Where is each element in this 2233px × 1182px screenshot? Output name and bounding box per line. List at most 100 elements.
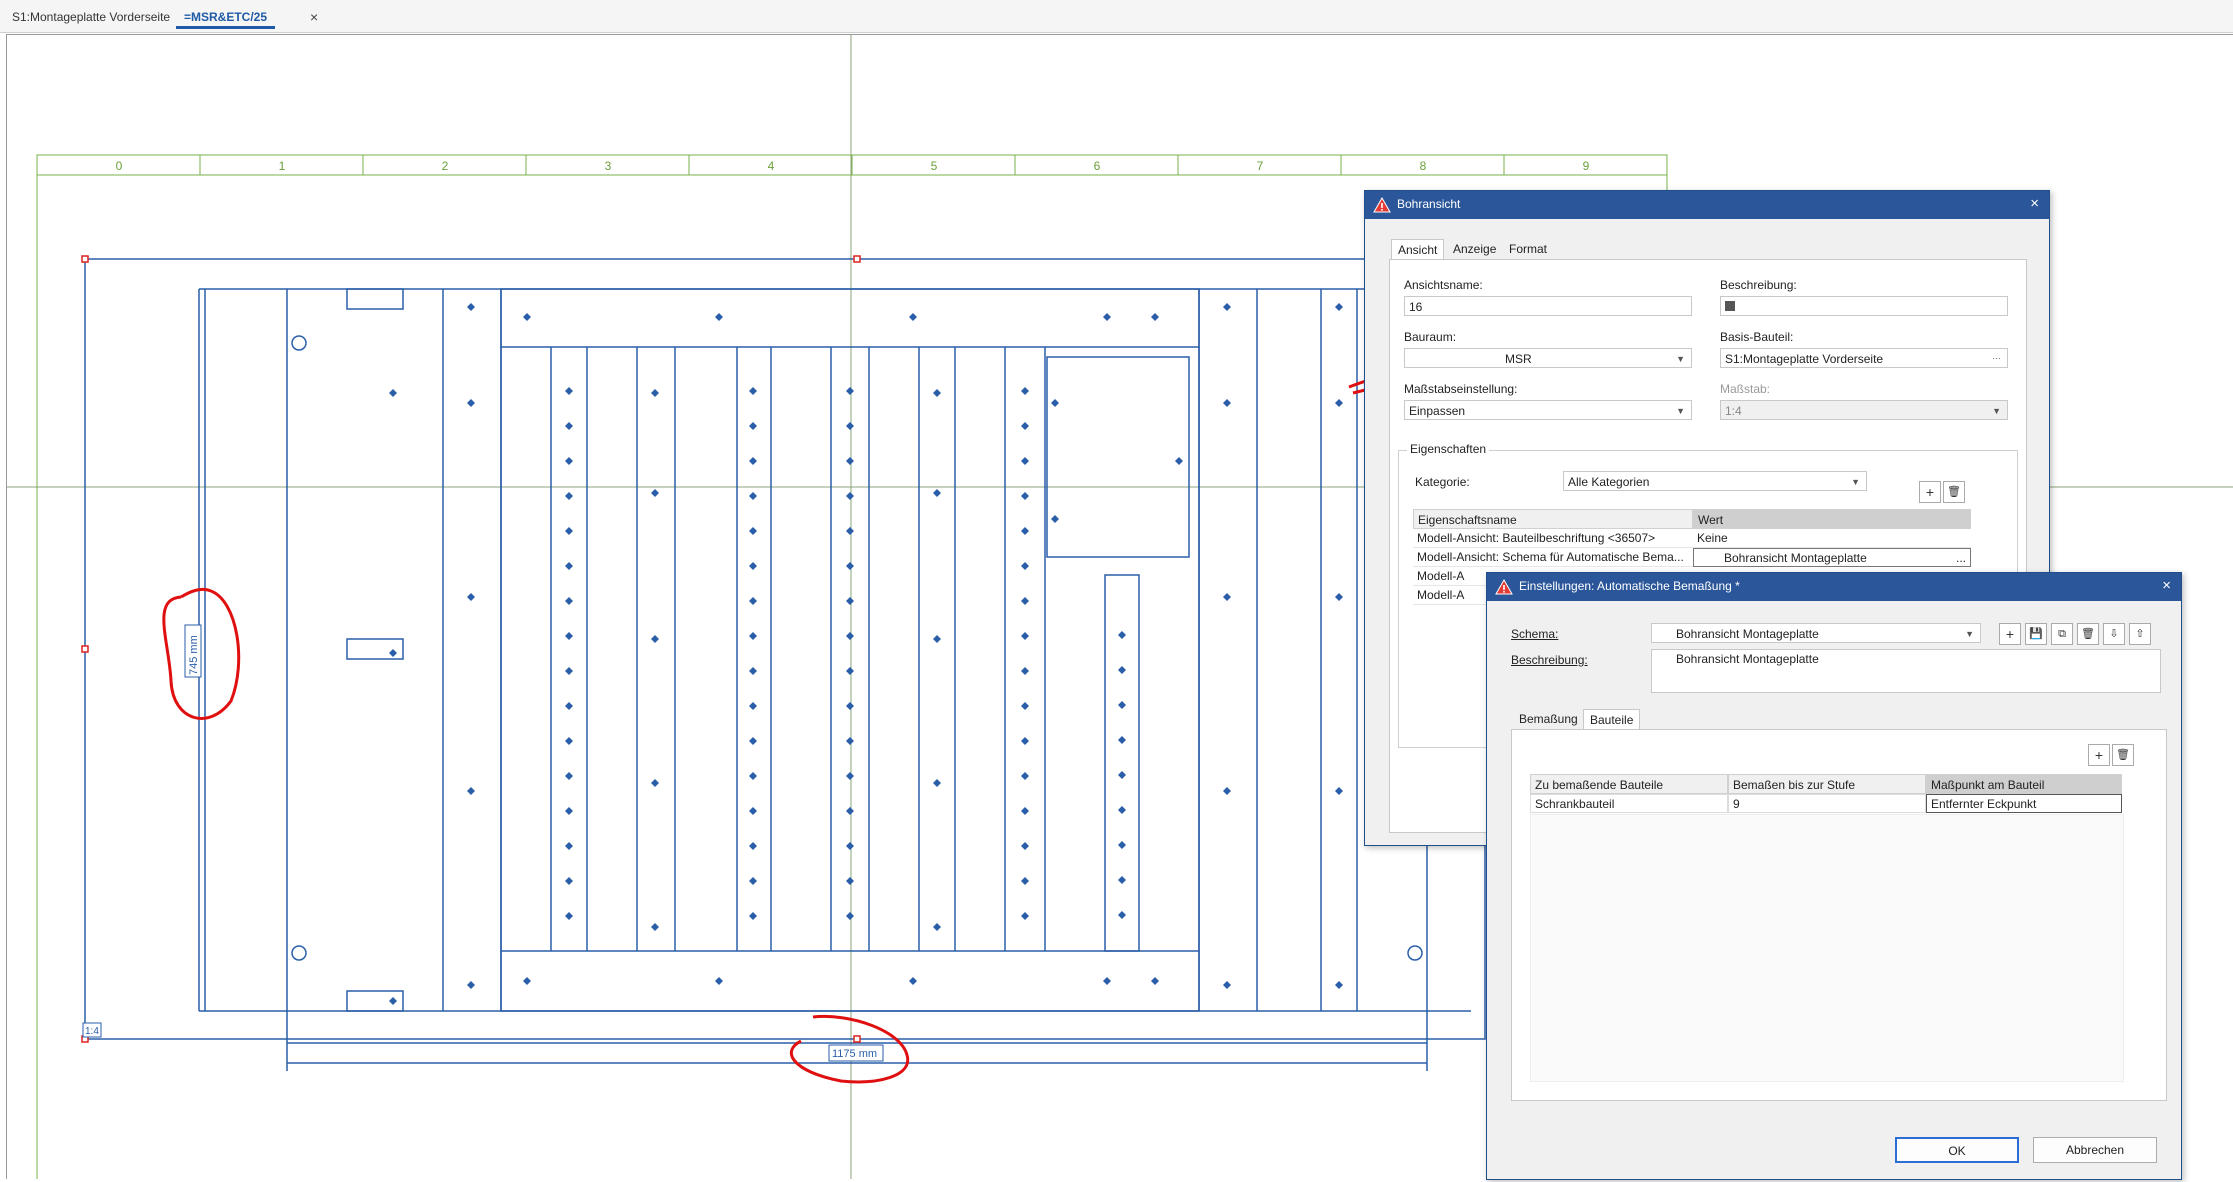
tab-bemassung[interactable]: Bemaßung	[1513, 709, 1584, 729]
property-name[interactable]: Modell-Ansicht: Schema für Automatische …	[1413, 548, 1693, 567]
bauraum-label: Bauraum:	[1404, 330, 1457, 344]
ruler-label: 6	[1094, 159, 1101, 173]
drill-hole-marker	[1223, 787, 1231, 795]
ruler-label: 3	[605, 159, 612, 173]
chevron-down-icon: ▼	[1851, 477, 1860, 487]
schema-select[interactable]: Bohransicht Montageplatte ▼	[1651, 623, 1981, 643]
close-icon[interactable]: ×	[2030, 195, 2039, 212]
basis-bauteil-value: S1:Montageplatte Vorderseite	[1725, 352, 1884, 366]
cell-bauteile[interactable]: Schrankbauteil	[1530, 794, 1728, 813]
delete-icon[interactable]: 🗑	[2077, 623, 2099, 645]
beschreibung-label: Beschreibung:	[1511, 653, 1588, 667]
plate-outline	[84, 258, 1486, 1040]
ruler-label: 9	[1583, 159, 1590, 173]
new-schema-icon[interactable]: +	[1999, 623, 2021, 645]
add-icon[interactable]: +	[2088, 744, 2110, 766]
massstabseinstellung-select[interactable]: Einpassen ▼	[1404, 400, 1692, 420]
ellipsis-icon[interactable]: …	[1992, 349, 2001, 366]
bauraum-select[interactable]: MSR ▼	[1404, 348, 1692, 368]
width-dimension-label: 1175 mm	[832, 1048, 877, 1060]
beschreibung-value: Bohransicht Montageplatte	[1676, 652, 1819, 666]
property-value-text: Bohransicht Montageplatte	[1724, 551, 1867, 565]
export-icon[interactable]: ⇧	[2129, 623, 2151, 645]
property-value[interactable]: Keine	[1693, 529, 1971, 548]
save-icon[interactable]: 💾	[2025, 623, 2047, 645]
drill-hole-marker	[651, 635, 659, 643]
drill-hole-marker	[1223, 303, 1231, 311]
drill-hole-marker	[846, 877, 854, 885]
cell-stufe[interactable]: 9	[1728, 794, 1926, 813]
drill-hole-marker	[846, 807, 854, 815]
drill-hole-marker	[389, 389, 397, 397]
delete-icon[interactable]: 🗑	[2112, 744, 2134, 766]
beschreibung-input[interactable]: Bohransicht Montageplatte	[1651, 649, 2161, 693]
drill-hole-marker	[1118, 876, 1126, 884]
drill-hole-marker	[749, 632, 757, 640]
drill-hole-marker	[1021, 772, 1029, 780]
drill-hole-marker	[467, 303, 475, 311]
tab-bauteile[interactable]: Bauteile	[1583, 709, 1641, 730]
ruler-ticks	[199, 155, 1505, 175]
drill-hole-marker	[749, 387, 757, 395]
ruler-label: 1	[279, 159, 286, 173]
drill-hole-marker	[1118, 911, 1126, 919]
drill-hole-marker	[1103, 977, 1111, 985]
drill-hole-marker	[1021, 702, 1029, 710]
beschreibung-input[interactable]	[1720, 296, 2008, 316]
add-icon[interactable]: +	[1919, 481, 1941, 503]
cancel-button[interactable]: Abbrechen	[2033, 1137, 2157, 1163]
close-tab-icon[interactable]: ×	[310, 9, 318, 25]
mounting-plate	[84, 258, 1486, 1071]
tab-msr-etc[interactable]: =MSR&ETC/25	[176, 6, 276, 29]
drill-hole-marker	[523, 977, 531, 985]
drill-hole-marker	[749, 842, 757, 850]
chevron-down-icon: ▼	[1965, 629, 1974, 639]
drill-hole-marker	[1223, 399, 1231, 407]
ruler-label: 2	[442, 159, 449, 173]
drill-hole-marker	[467, 399, 475, 407]
drill-hole-marker	[565, 422, 573, 430]
dialog-titlebar: Bohransicht ×	[1365, 191, 2049, 219]
kategorie-select[interactable]: Alle Kategorien ▼	[1563, 471, 1867, 491]
drill-hole-marker	[933, 779, 941, 787]
drill-hole-marker	[846, 702, 854, 710]
tab-ansicht[interactable]: Ansicht	[1391, 239, 1445, 260]
import-icon[interactable]: ⇩	[2103, 623, 2125, 645]
property-name[interactable]: Modell-Ansicht: Bauteilbeschriftung <365…	[1413, 529, 1693, 548]
ansichtsname-input[interactable]: 16	[1404, 296, 1692, 316]
copy-icon[interactable]: ⧉	[2051, 623, 2073, 645]
drill-hole-marker	[846, 667, 854, 675]
cell-masspunkt[interactable]: Entfernter Eckpunkt	[1926, 794, 2122, 813]
drill-hole-marker	[749, 527, 757, 535]
delete-icon[interactable]: 🗑	[1943, 481, 1965, 503]
tab-anzeige[interactable]: Anzeige	[1447, 239, 1503, 259]
ok-button[interactable]: OK	[1895, 1137, 2019, 1163]
drill-hole-marker	[1335, 787, 1343, 795]
massstabseinstellung-value: Einpassen	[1409, 404, 1466, 418]
tab-montageplatte[interactable]: S1:Montageplatte Vorderseite	[4, 6, 178, 28]
drill-hole-marker	[1118, 666, 1126, 674]
drill-hole-marker	[565, 737, 573, 745]
drill-hole-marker	[1021, 492, 1029, 500]
drill-hole-marker	[1335, 593, 1343, 601]
drill-hole-marker	[1118, 841, 1126, 849]
drill-hole-marker	[846, 422, 854, 430]
drill-hole-marker	[565, 912, 573, 920]
ellipsis-icon[interactable]: ...	[1956, 549, 1966, 566]
drill-hole-marker	[1118, 701, 1126, 709]
drill-hole-marker	[1151, 313, 1159, 321]
warning-icon	[1373, 196, 1391, 213]
close-icon[interactable]: ×	[2162, 577, 2171, 594]
drill-hole-marker	[715, 313, 723, 321]
grid-header-eigenschaftsname: Eigenschaftsname	[1413, 509, 1693, 529]
basis-bauteil-field[interactable]: S1:Montageplatte Vorderseite …	[1720, 348, 2008, 368]
dialog-title: Bohransicht	[1397, 197, 1461, 211]
property-value[interactable]: Bohransicht Montageplatte...	[1693, 548, 1971, 567]
ruler-label: 5	[931, 159, 938, 173]
drill-hole-marker	[1051, 399, 1059, 407]
language-icon	[1725, 301, 1735, 311]
tab-format[interactable]: Format	[1503, 239, 1554, 259]
drill-hole-marker	[846, 632, 854, 640]
schema-value: Bohransicht Montageplatte	[1676, 627, 1819, 641]
drill-hole-marker	[909, 977, 917, 985]
